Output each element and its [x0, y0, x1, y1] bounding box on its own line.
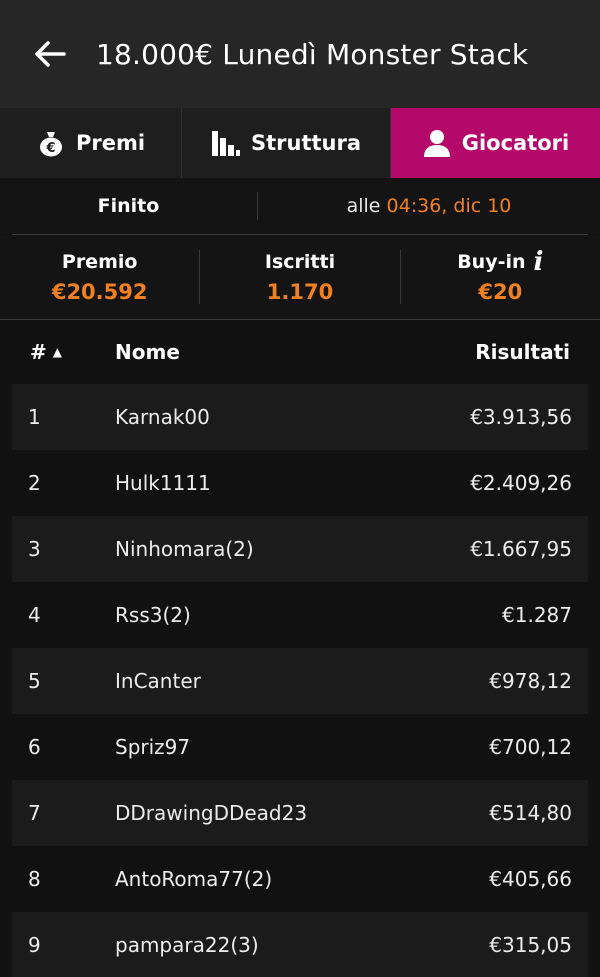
back-arrow-icon[interactable]: [32, 36, 68, 72]
row-player-name: Rss3(2): [115, 603, 191, 627]
table-row[interactable]: 8 AntoRoma77(2) €405,66: [12, 846, 588, 912]
row-result: €700,12: [489, 735, 572, 759]
results-table: 1 Karnak00 €3.913,56 2 Hulk1111 €2.409,2…: [0, 384, 600, 977]
table-row[interactable]: 6 Spriz97 €700,12: [12, 714, 588, 780]
row-position: 8: [28, 867, 41, 891]
table-row[interactable]: 2 Hulk1111 €2.409,26: [12, 450, 588, 516]
table-row[interactable]: 9 pampara22(3) €315,05: [12, 912, 588, 977]
row-player-name: DDrawingDDead23: [115, 801, 308, 825]
stat-buyin[interactable]: Buy-in i €20: [401, 249, 600, 304]
tournament-status: Finito alle 04:36, dic 10: [0, 178, 600, 234]
row-player-name: AntoRoma77(2): [115, 867, 273, 891]
stat-value: €20: [478, 280, 523, 304]
stat-value: €20.592: [51, 280, 148, 304]
table-row[interactable]: 3 Ninhomara(2) €1.667,95: [12, 516, 588, 582]
page-title: 18.000€ Lunedì Monster Stack: [96, 37, 529, 71]
row-position: 3: [28, 537, 41, 561]
row-result: €514,80: [489, 801, 572, 825]
row-player-name: InCanter: [115, 669, 201, 693]
stat-prize: Premio €20.592: [0, 250, 199, 304]
column-header-results[interactable]: Risultati: [475, 340, 570, 364]
row-result: €2.409,26: [470, 471, 572, 495]
row-player-name: Hulk1111: [115, 471, 211, 495]
row-position: 9: [28, 933, 41, 957]
row-result: €405,66: [489, 867, 572, 891]
row-position: 7: [28, 801, 41, 825]
money-bag-icon: €: [36, 128, 66, 158]
tab-premi[interactable]: € Premi: [0, 108, 182, 178]
tab-struttura[interactable]: Struttura: [182, 108, 391, 178]
status-time: alle 04:36, dic 10: [258, 195, 600, 217]
column-header-position[interactable]: # ▲: [30, 340, 115, 364]
row-position: 1: [28, 405, 41, 429]
row-position: 4: [28, 603, 41, 627]
bar-chart-icon: [211, 129, 241, 157]
app-bar: 18.000€ Lunedì Monster Stack: [0, 0, 600, 108]
row-player-name: Ninhomara(2): [115, 537, 254, 561]
row-player-name: Karnak00: [115, 405, 210, 429]
table-header: # ▲ Nome Risultati: [0, 320, 600, 384]
svg-text:€: €: [45, 141, 55, 156]
status-at: alle: [346, 195, 381, 217]
table-row[interactable]: 7 DDrawingDDead23 €514,80: [12, 780, 588, 846]
table-row[interactable]: 4 Rss3(2) €1.287: [12, 582, 588, 648]
table-row[interactable]: 5 InCanter €978,12: [12, 648, 588, 714]
stat-entries: Iscritti 1.170: [200, 250, 399, 304]
row-result: €1.667,95: [470, 537, 572, 561]
column-label: #: [30, 340, 47, 364]
row-player-name: pampara22(3): [115, 933, 259, 957]
row-position: 6: [28, 735, 41, 759]
sort-ascending-icon: ▲: [52, 345, 62, 359]
table-row[interactable]: 1 Karnak00 €3.913,56: [12, 384, 588, 450]
stat-label: Premio: [61, 251, 138, 273]
buyin-label: Buy-in: [457, 251, 526, 273]
row-player-name: Spriz97: [115, 735, 191, 759]
row-result: €3.913,56: [470, 405, 572, 429]
tab-label: Premi: [75, 131, 146, 155]
tab-label: Struttura: [250, 131, 362, 155]
info-icon[interactable]: i: [534, 249, 544, 275]
stat-label: Iscritti: [264, 251, 336, 273]
tournament-stats: Premio €20.592 Iscritti 1.170 Buy-in i €…: [0, 235, 600, 319]
stat-value: 1.170: [266, 280, 334, 304]
status-state: Finito: [97, 195, 160, 217]
tab-giocatori[interactable]: Giocatori: [391, 108, 600, 178]
row-result: €1.287: [502, 603, 572, 627]
user-icon: [422, 128, 452, 158]
stat-label: Buy-in i: [457, 249, 544, 275]
column-header-name[interactable]: Nome: [115, 340, 475, 364]
row-result: €315,05: [489, 933, 572, 957]
status-datetime: 04:36, dic 10: [386, 195, 512, 217]
row-result: €978,12: [489, 669, 572, 693]
tab-bar: € Premi Struttura Giocatori: [0, 108, 600, 178]
row-position: 2: [28, 471, 41, 495]
tab-label: Giocatori: [461, 131, 570, 155]
row-position: 5: [28, 669, 41, 693]
